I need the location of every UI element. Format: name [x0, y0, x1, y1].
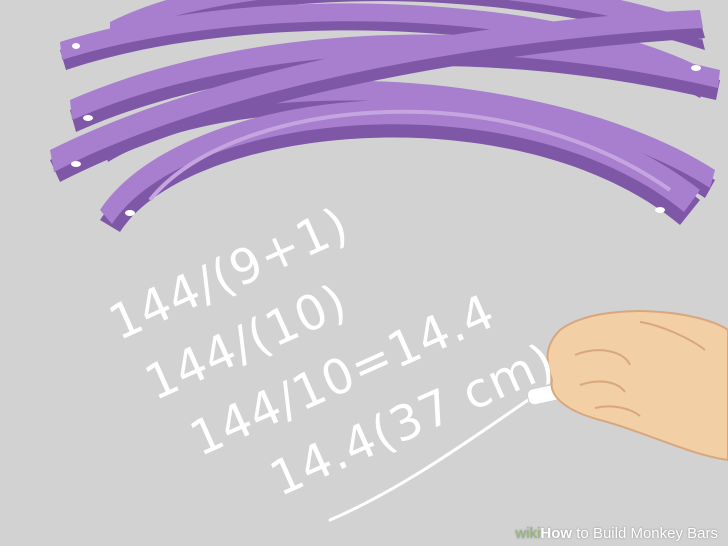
- watermark-prefix: wiki: [515, 525, 541, 542]
- wikihow-watermark: wikiHow to Build Monkey Bars: [515, 525, 718, 542]
- watermark-brand: How: [540, 525, 573, 542]
- illustration: 144/(9+1) 144/(10) 144/10=14.4 14.4(37 c…: [0, 0, 728, 546]
- watermark-title: to Build Monkey Bars: [572, 525, 718, 542]
